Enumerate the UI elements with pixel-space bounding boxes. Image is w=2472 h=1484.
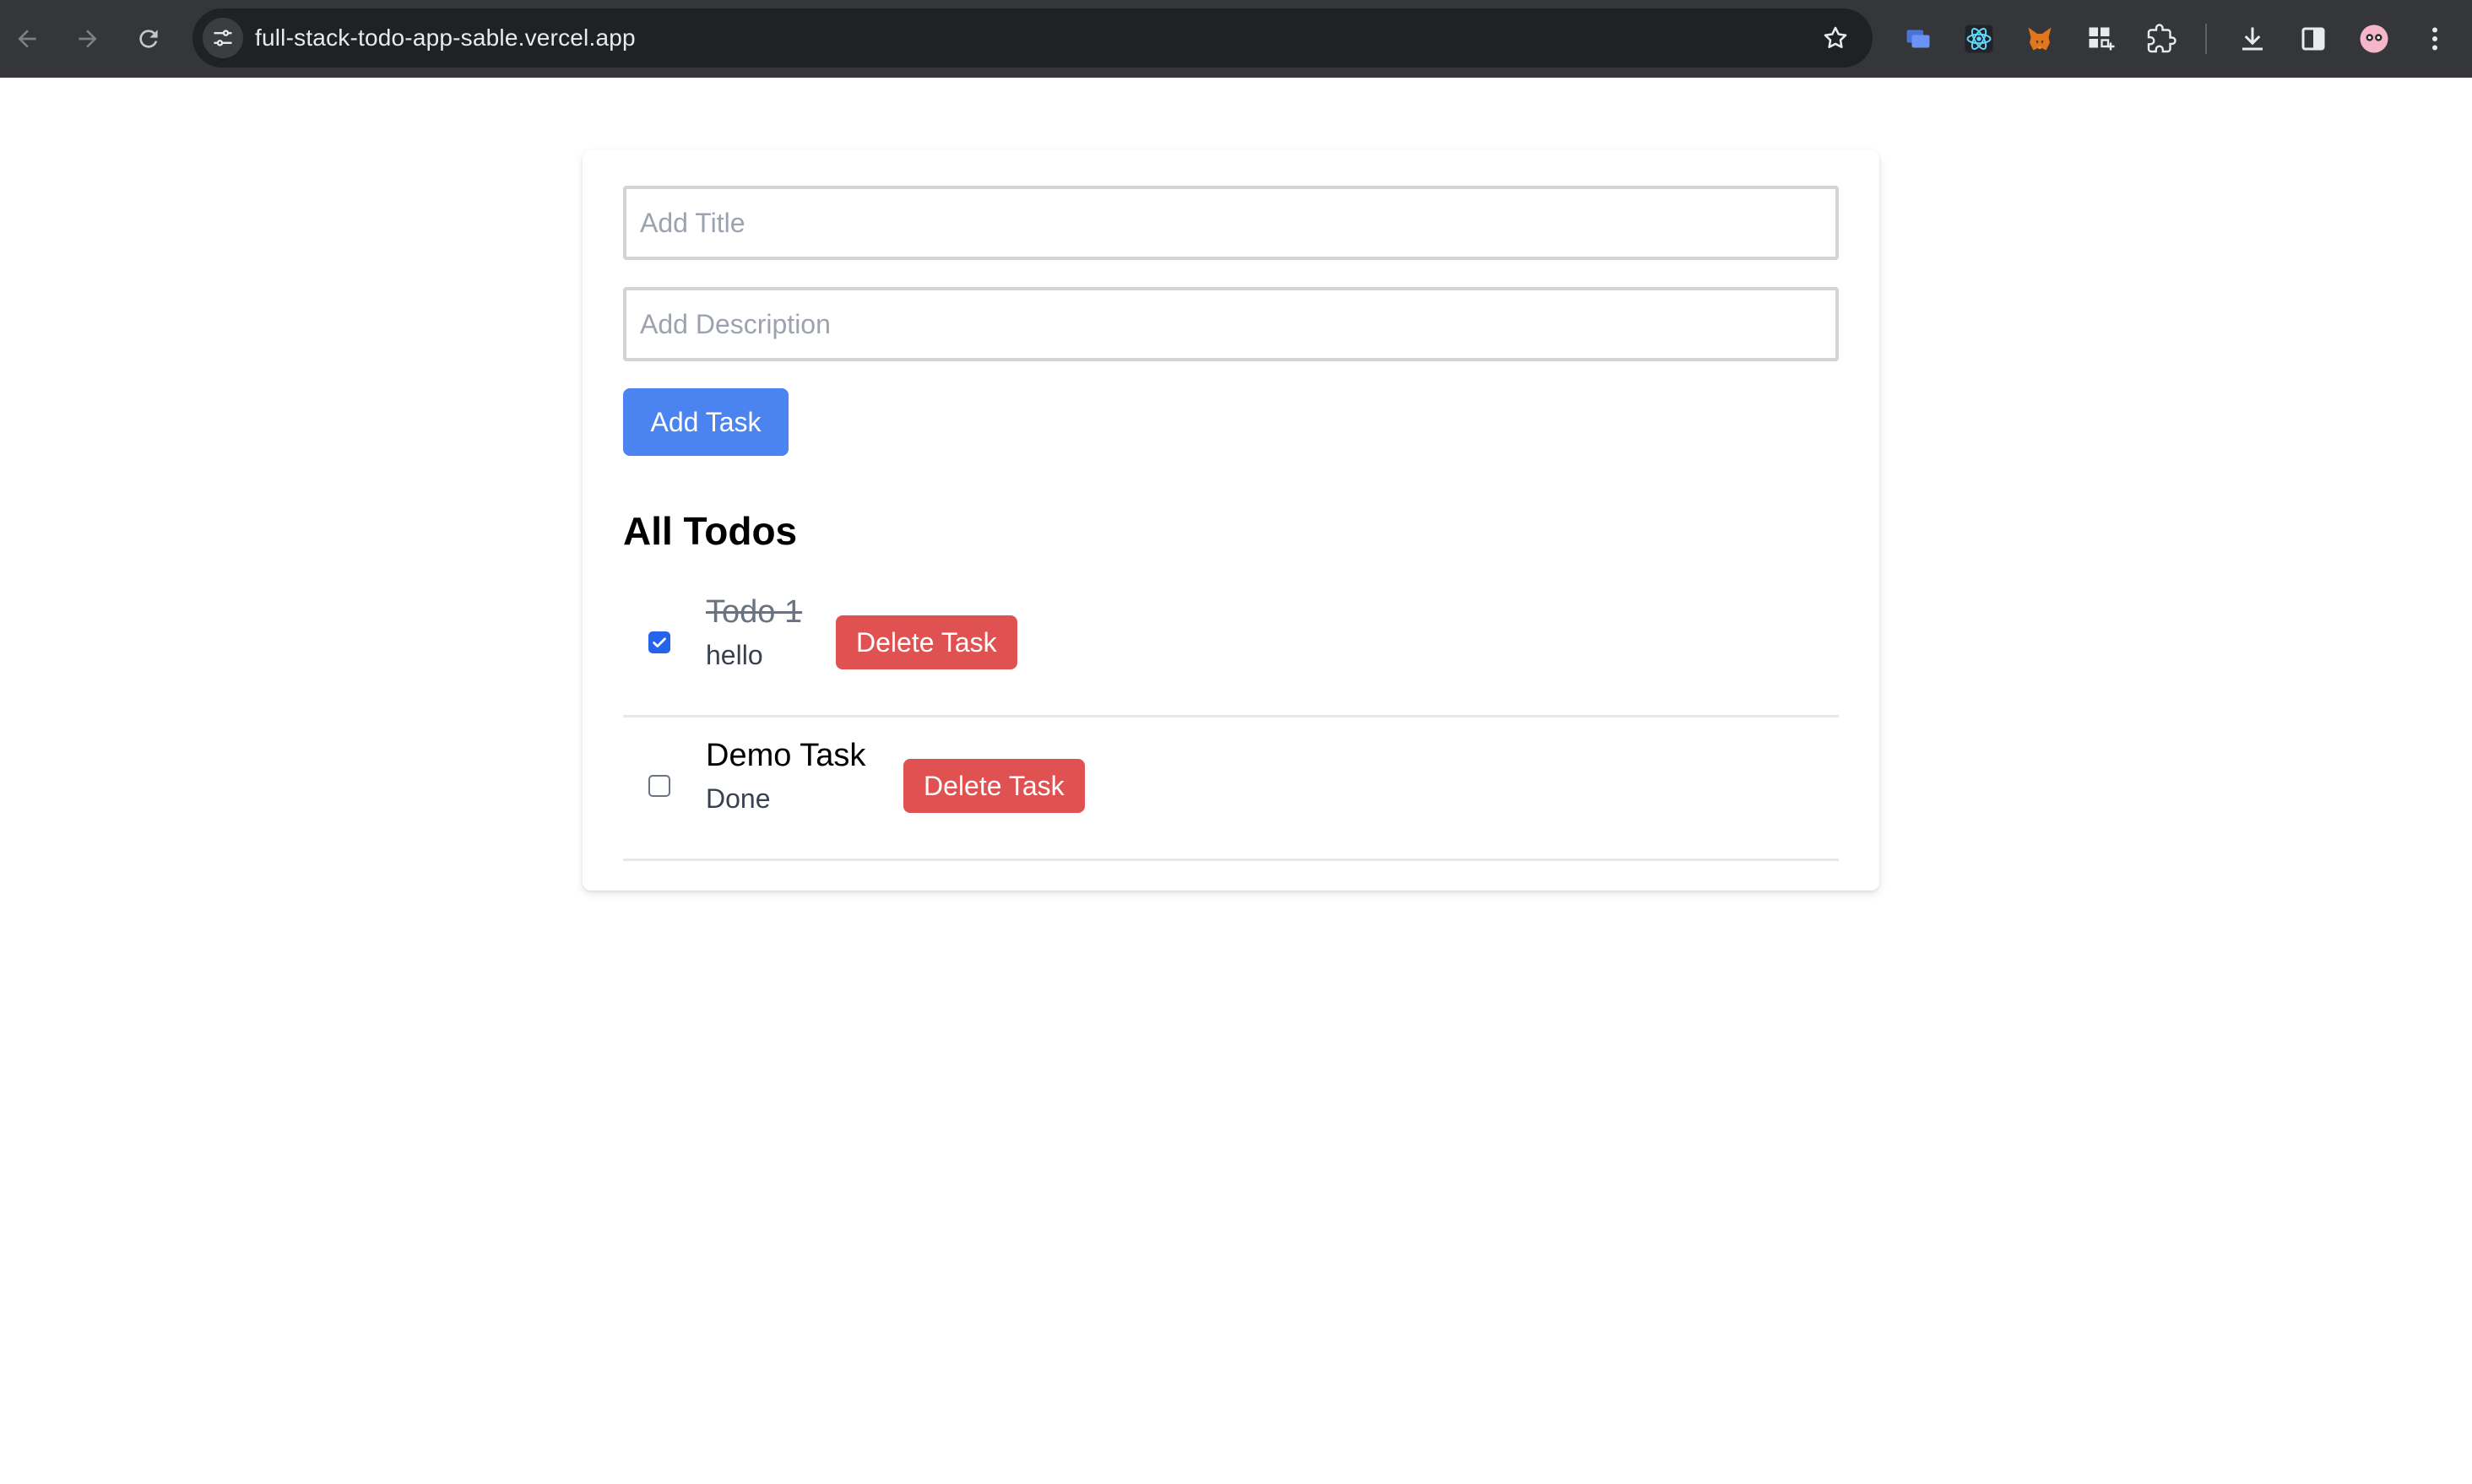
tune-icon (214, 30, 232, 46)
extensions-menu-button[interactable] (2141, 19, 2182, 59)
forward-button[interactable] (68, 19, 108, 59)
reload-icon (139, 30, 158, 48)
metamask-fox-icon (2028, 27, 2052, 51)
download-icon (2242, 27, 2263, 51)
extension-grid[interactable] (2080, 19, 2121, 59)
star-icon (1824, 26, 1847, 49)
reload-button[interactable] (128, 19, 169, 59)
forward-arrow-icon (79, 30, 97, 48)
more-menu-icon (2432, 27, 2437, 51)
todo-card: Add Task All Todos Todo 1 hello Delete T… (583, 150, 1879, 891)
extension-metamask[interactable] (2019, 19, 2060, 59)
puzzle-grid-extension-icon (2089, 27, 2115, 51)
blue-cards-extension-icon (1906, 30, 1930, 48)
profile-avatar-icon (2360, 24, 2388, 53)
browser-toolbar: full-stack-todo-app-sable.vercel.app (0, 0, 2472, 78)
todo-checkbox[interactable] (648, 631, 670, 653)
delete-task-button[interactable]: Delete Task (836, 615, 1017, 669)
back-arrow-icon (18, 30, 36, 48)
url-text[interactable]: full-stack-todo-app-sable.vercel.app (255, 8, 636, 68)
extensions-puzzle-icon (2147, 24, 2177, 53)
todo-item: Demo Task Done Delete Task (623, 718, 1839, 861)
site-info-button[interactable] (203, 18, 243, 58)
downloads-button[interactable] (2232, 19, 2273, 59)
more-menu-button[interactable] (2415, 19, 2455, 59)
extension-blue-cards[interactable] (1898, 19, 1938, 59)
title-input[interactable] (623, 186, 1839, 260)
todo-description: hello (706, 640, 763, 670)
add-task-button[interactable]: Add Task (623, 388, 789, 456)
todo-text: Demo Task Done (706, 736, 865, 815)
checkmark-icon (653, 637, 666, 647)
todo-checkbox[interactable] (648, 775, 670, 797)
bookmark-button[interactable] (1817, 19, 1854, 57)
profile-button[interactable] (2354, 19, 2394, 59)
react-devtools-icon (1965, 24, 1993, 53)
todo-title: Todo 1 (706, 594, 803, 630)
toolbar-divider (2205, 24, 2207, 54)
address-bar[interactable]: full-stack-todo-app-sable.vercel.app (192, 8, 1873, 68)
todo-title: Demo Task (706, 738, 866, 773)
todo-item: Todo 1 hello Delete Task (623, 574, 1839, 718)
todo-text: Todo 1 hello (706, 593, 802, 672)
extension-react-devtools[interactable] (1959, 19, 1999, 59)
todo-description: Done (706, 783, 771, 814)
todos-heading: All Todos (623, 509, 798, 553)
description-input[interactable] (623, 287, 1839, 361)
back-button[interactable] (7, 19, 47, 59)
delete-task-button[interactable]: Delete Task (903, 759, 1085, 813)
side-panel-icon (2301, 27, 2325, 51)
side-panel-button[interactable] (2293, 19, 2334, 59)
